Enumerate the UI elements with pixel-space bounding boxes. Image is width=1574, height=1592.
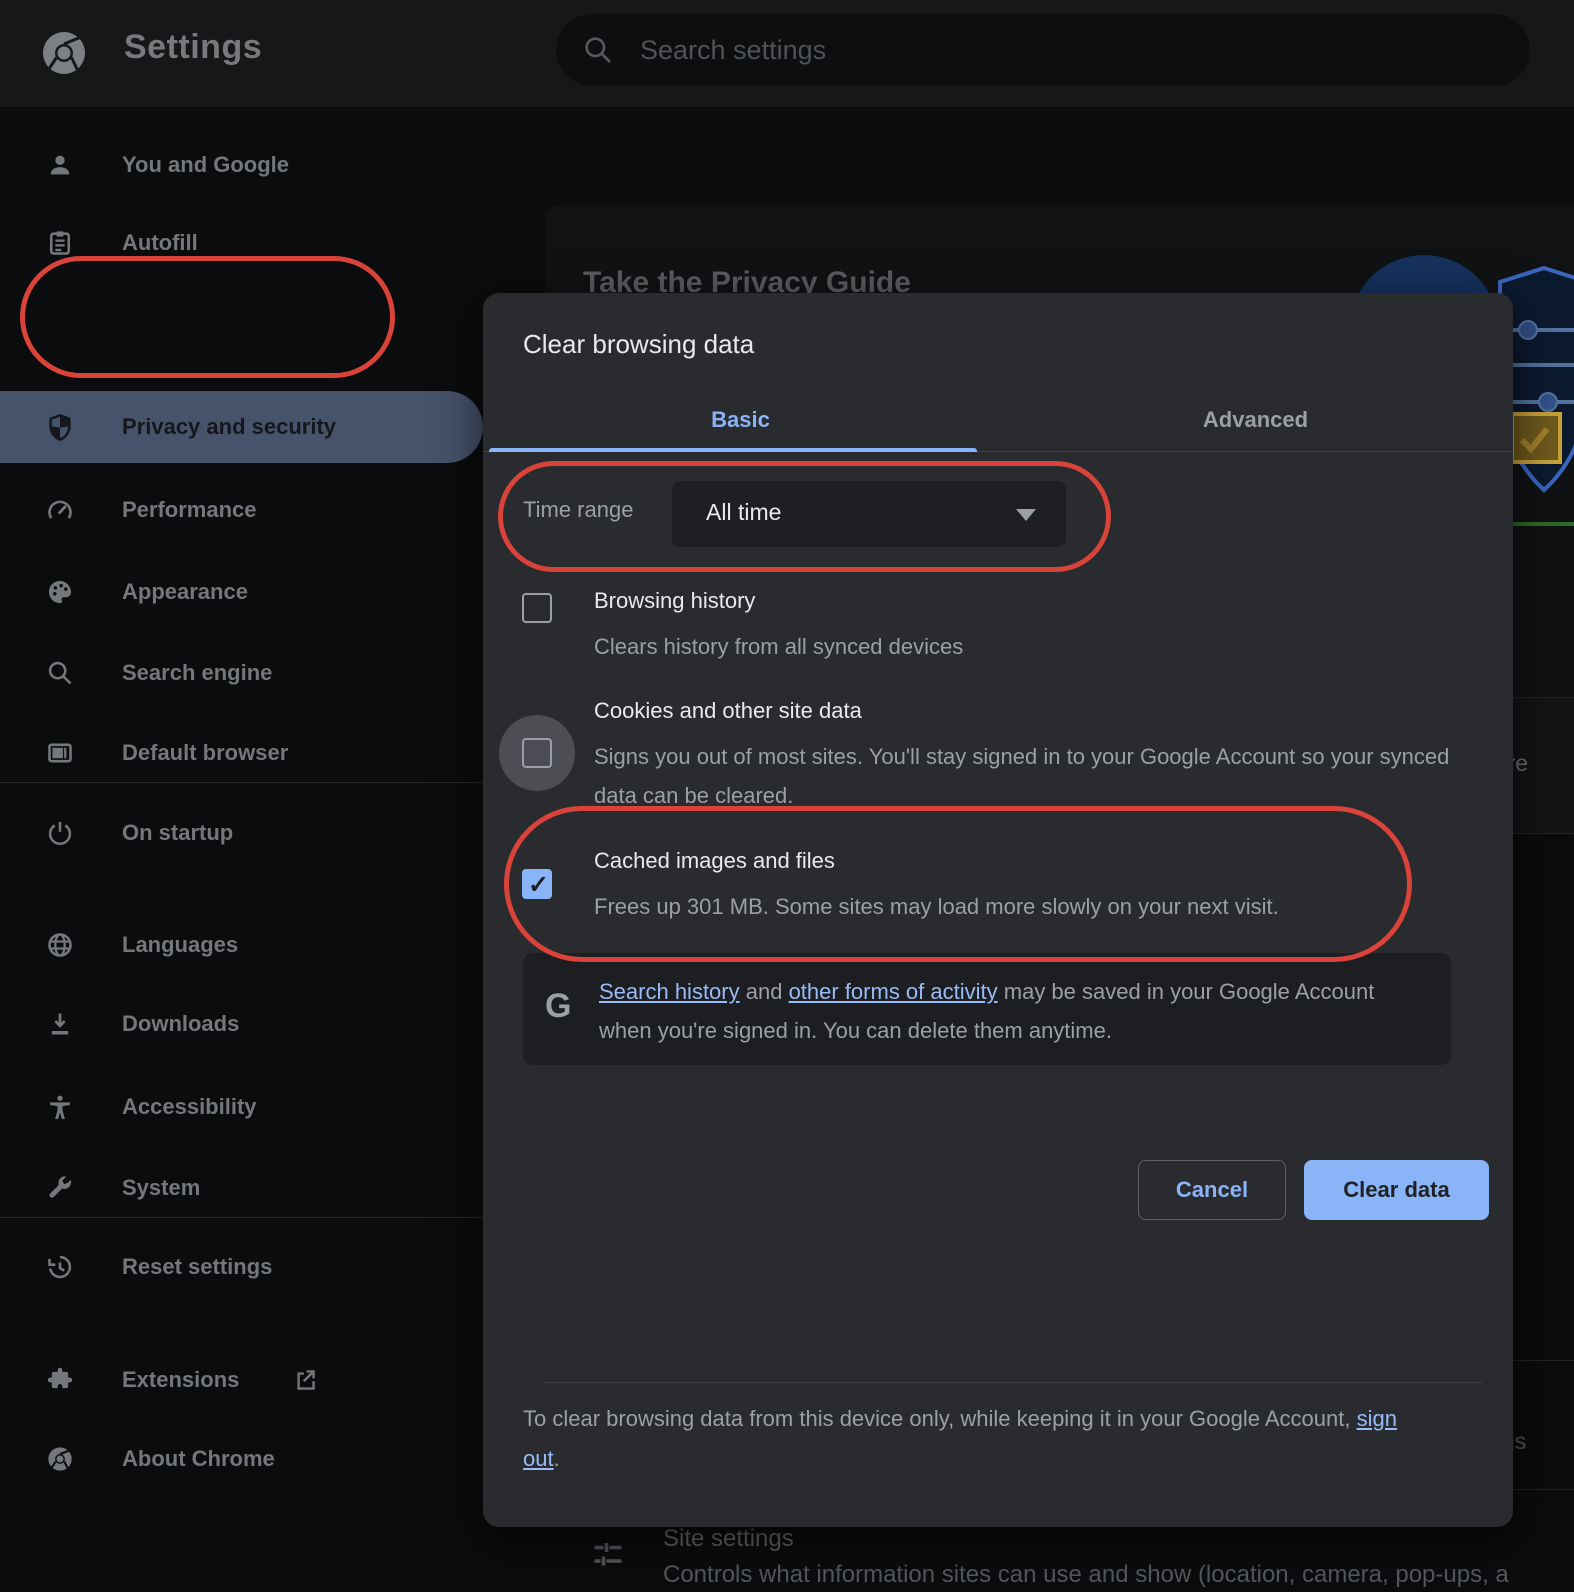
power-icon: [46, 819, 74, 847]
globe-icon: [46, 931, 74, 959]
chrome-logo-icon: [40, 29, 88, 77]
page-title: Settings: [124, 28, 262, 67]
wrench-icon: [46, 1174, 74, 1202]
search-icon: [582, 34, 614, 66]
google-account-notice: G Search history and other forms of acti…: [523, 953, 1451, 1065]
speedometer-icon: [46, 496, 74, 524]
person-icon: [46, 151, 74, 179]
search-history-link[interactable]: Search history: [599, 979, 740, 1004]
cookies-checkbox[interactable]: [522, 738, 552, 768]
site-settings-title: Site settings: [663, 1525, 794, 1553]
time-range-select[interactable]: All time: [672, 481, 1066, 547]
sidebar-item-downloads[interactable]: Downloads: [0, 988, 483, 1060]
cached-images-checkbox[interactable]: [522, 869, 552, 899]
open-in-new-icon: [292, 1367, 318, 1393]
download-icon: [46, 1010, 74, 1038]
sidebar: You and Google Autofill Privacy and secu…: [0, 107, 483, 1592]
sidebar-item-autofill[interactable]: Autofill: [0, 207, 483, 279]
row-subtitle: Clears history from all synced devices: [594, 627, 963, 666]
row-subtitle: Frees up 301 MB. Some sites may load mor…: [594, 887, 1279, 926]
sidebar-item-about-chrome[interactable]: About Chrome: [0, 1423, 483, 1495]
notice-text: Search history and other forms of activi…: [599, 972, 1409, 1050]
sidebar-item-system[interactable]: System: [0, 1152, 483, 1224]
sidebar-item-on-startup[interactable]: On startup: [0, 797, 483, 869]
browsing-history-checkbox[interactable]: [522, 593, 552, 623]
sidebar-item-reset-settings[interactable]: Reset settings: [0, 1231, 483, 1303]
shield-icon: [46, 413, 74, 441]
sidebar-item-default-browser[interactable]: Default browser: [0, 717, 483, 789]
sidebar-item-you-and-google[interactable]: You and Google: [0, 129, 483, 201]
tune-icon: [590, 1537, 626, 1573]
cancel-button[interactable]: Cancel: [1138, 1160, 1286, 1220]
chrome-settings-page: Take the Privacy Guide nore gs Site sett…: [0, 0, 1574, 1592]
illustration-green-line: [1510, 522, 1574, 526]
sidebar-item-appearance[interactable]: Appearance: [0, 556, 483, 628]
sidebar-item-privacy-and-security[interactable]: Privacy and security: [0, 391, 483, 463]
dialog-footer-text: To clear browsing data from this device …: [523, 1399, 1403, 1479]
dialog-footer-divider: [543, 1382, 1482, 1383]
row-title: Cookies and other site data: [594, 698, 862, 724]
sidebar-divider: [0, 782, 483, 783]
tab-basic[interactable]: Basic: [483, 388, 998, 452]
browser-icon: [46, 739, 74, 767]
google-g-icon: G: [545, 987, 571, 1026]
search-icon: [46, 659, 74, 687]
history-icon: [46, 1253, 74, 1281]
sidebar-item-extensions[interactable]: Extensions: [0, 1344, 483, 1416]
row-title: Cached images and files: [594, 848, 835, 874]
puzzle-icon: [46, 1366, 74, 1394]
clear-data-button[interactable]: Clear data: [1304, 1160, 1489, 1220]
sidebar-item-languages[interactable]: Languages: [0, 909, 483, 981]
autofill-icon: [46, 229, 74, 257]
row-subtitle: Signs you out of most sites. You'll stay…: [594, 737, 1464, 815]
chevron-down-icon: [1016, 509, 1036, 521]
accessibility-icon: [46, 1093, 74, 1121]
clear-browsing-data-dialog: Clear browsing data Basic Advanced Time …: [483, 293, 1513, 1527]
sidebar-item-performance[interactable]: Performance: [0, 474, 483, 546]
tab-advanced[interactable]: Advanced: [998, 388, 1513, 452]
palette-icon: [46, 578, 74, 606]
search-bar[interactable]: [556, 14, 1530, 86]
sidebar-item-search-engine[interactable]: Search engine: [0, 637, 483, 709]
header: Settings: [0, 0, 1574, 107]
dialog-title: Clear browsing data: [523, 329, 754, 360]
search-input[interactable]: [640, 14, 1480, 86]
row-title: Browsing history: [594, 588, 755, 614]
dialog-tabs: Basic Advanced: [483, 388, 1513, 452]
other-forms-of-activity-link[interactable]: other forms of activity: [789, 979, 998, 1004]
chrome-icon: [46, 1445, 74, 1473]
time-range-label: Time range: [523, 497, 633, 523]
active-tab-indicator: [489, 448, 977, 452]
sidebar-divider: [0, 1217, 483, 1218]
time-range-value: All time: [706, 499, 781, 526]
site-settings-subtitle: Controls what information sites can use …: [663, 1561, 1574, 1589]
sidebar-item-accessibility[interactable]: Accessibility: [0, 1071, 483, 1143]
